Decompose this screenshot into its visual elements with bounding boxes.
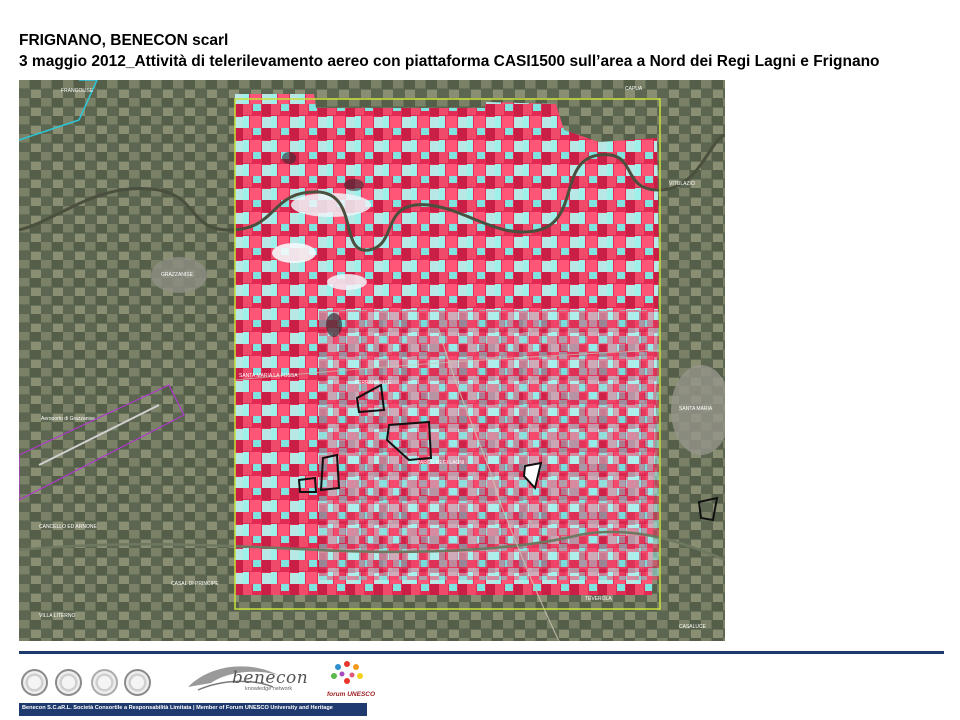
label-vitulazio: VITULAZIO [669, 181, 695, 187]
university-seal-3 [91, 669, 118, 696]
footer-text: Benecon S.C.aR.L. Società Consortile a R… [22, 705, 333, 711]
label-ferrandelle: FERRANDELLE [355, 380, 392, 386]
forum-unesco-wordmark: forum UNESCO [327, 691, 376, 698]
label-parco-regi-lagni: PARCO REGI LAGNI [417, 460, 464, 466]
label-casaluce: CASALUCE [679, 624, 707, 630]
label-casal-di-principe: CASAL DI PRINCIPE [171, 581, 219, 587]
university-seal-1 [21, 669, 48, 696]
benecon-subtitle: knowledge network [245, 686, 293, 692]
label-airport: Aeroporto di Grazzanise [41, 416, 95, 422]
label-cancello-arnone: CANCELLO ED ARNONE [39, 524, 97, 530]
label-grazzanise: GRAZZANISE [161, 272, 194, 278]
label-teverola: TEVEROLA [585, 596, 612, 602]
survey-map: FRANGOLISE GRAZZANISE SANTA MARIA LA FOS… [19, 80, 725, 641]
casi1500-mosaic [235, 94, 659, 595]
label-capua: CAPUA [625, 86, 643, 92]
page-title: FRIGNANO, BENECON scarl [19, 32, 229, 49]
label-santa-maria-la-fossa: SANTA MARIA LA FOSSA [239, 373, 298, 379]
benecon-wordmark: benecon [232, 668, 309, 688]
university-seal-2 [55, 669, 82, 696]
label-villa-literno: VILLA LITERNO [39, 613, 76, 619]
label-frangolise: FRANGOLISE [61, 88, 94, 94]
university-seal-4 [124, 669, 151, 696]
page-subtitle: 3 maggio 2012_Attività di telerilevament… [19, 53, 880, 70]
footer-divider [19, 651, 944, 654]
label-santa-maria: SANTA MARIA [679, 406, 713, 412]
